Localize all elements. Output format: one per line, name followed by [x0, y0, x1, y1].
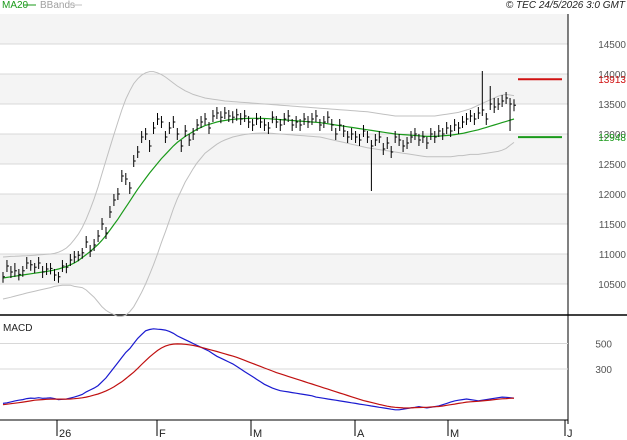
- price-bar: [204, 113, 208, 125]
- price-bar: [160, 116, 164, 128]
- x-month-label: J: [567, 428, 573, 440]
- source-stamp: © TEC 24/5/2026 3:0 GMT: [506, 0, 626, 11]
- price-tick-label: 12000: [598, 190, 626, 201]
- price-bar: [125, 173, 128, 185]
- price-bar: [295, 116, 299, 128]
- price-bar: [244, 110, 247, 122]
- price-bar: [279, 119, 283, 131]
- price-bar: [85, 236, 89, 248]
- legend-bbands: BBands: [40, 0, 75, 11]
- price-bar: [153, 122, 156, 134]
- macd-series-signal-line: [2, 343, 515, 409]
- macd-tick-label: 300: [595, 365, 612, 376]
- price-bar: [121, 170, 124, 182]
- price-tick-label: 11000: [599, 250, 627, 261]
- chart-root: MA20 BBands © TEC 24/5/2026 3:0 GMT 1050…: [0, 0, 627, 440]
- price-tick-label: 14500: [598, 40, 626, 51]
- x-month-label: F: [159, 428, 166, 440]
- price-bar: [212, 110, 215, 122]
- price-bar: [477, 107, 481, 119]
- price-bar: [224, 107, 227, 119]
- price-bar: [156, 113, 160, 125]
- price-bar: [331, 119, 334, 131]
- price-bar: [307, 116, 311, 128]
- price-bar: [323, 116, 326, 128]
- price-tick-label: 10500: [598, 280, 626, 291]
- price-bar: [105, 227, 108, 239]
- price-bar: [93, 239, 97, 251]
- price-bar: [327, 111, 330, 124]
- price-band: [0, 14, 568, 44]
- price-bar: [473, 113, 477, 125]
- price-bar: [485, 113, 489, 125]
- price-band: [0, 194, 568, 224]
- price-bar: [240, 113, 243, 125]
- x-month-label: 26: [59, 428, 71, 440]
- support-level-label: 12948: [598, 133, 626, 144]
- price-band: [0, 134, 568, 164]
- price-bar: [271, 111, 275, 124]
- price-bar: [216, 107, 219, 119]
- x-axis: 26 F M A M J: [56, 420, 573, 440]
- price-bar: [303, 113, 307, 125]
- x-month-label: M: [253, 428, 262, 440]
- stock-chart: MA20 BBands © TEC 24/5/2026 3:0 GMT 1050…: [0, 0, 627, 440]
- price-bar: [462, 116, 465, 128]
- price-bar: [454, 119, 457, 131]
- price-tick-label: 12500: [598, 160, 626, 171]
- price-bar: [232, 111, 235, 124]
- price-panel: 1050011000115001200012500130001350014000…: [0, 14, 627, 424]
- price-tick-label: 11500: [599, 220, 627, 231]
- price-bar: [283, 113, 287, 125]
- macd-tick-label: 500: [595, 340, 612, 351]
- price-bar: [339, 119, 342, 131]
- price-bar: [315, 110, 318, 122]
- price-bar: [458, 122, 461, 134]
- price-bar: [275, 116, 279, 128]
- price-bar: [311, 113, 314, 125]
- price-bar: [267, 122, 271, 134]
- macd-title: MACD: [3, 323, 32, 334]
- price-bar: [252, 119, 255, 131]
- price-tick-label: 13500: [598, 100, 626, 111]
- price-bar: [172, 116, 176, 128]
- price-bar: [259, 116, 263, 128]
- price-bar: [465, 113, 469, 125]
- price-bar: [319, 119, 322, 131]
- price-bar: [168, 122, 172, 134]
- x-month-label: A: [357, 428, 365, 440]
- price-bar: [256, 113, 259, 125]
- price-band: [0, 254, 568, 284]
- price-bar: [97, 230, 101, 242]
- price-bar: [263, 119, 267, 131]
- price-bar: [446, 122, 449, 134]
- x-month-label: M: [450, 428, 459, 440]
- price-bar: [469, 110, 473, 122]
- macd-panel: 300 500 MACD: [0, 323, 612, 421]
- price-bar: [129, 182, 132, 194]
- resistance-level-label: 13913: [598, 75, 626, 86]
